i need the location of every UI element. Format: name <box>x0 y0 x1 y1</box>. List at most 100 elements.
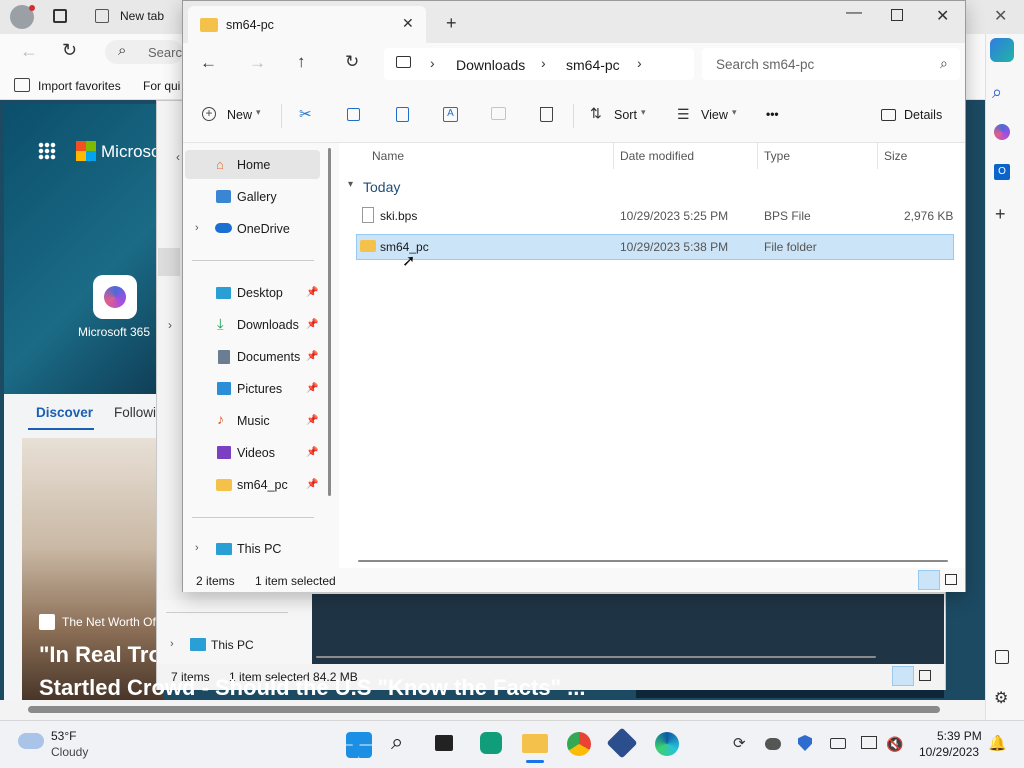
tab-following[interactable]: Followi <box>114 405 156 420</box>
chrome-icon[interactable] <box>567 732 591 756</box>
tab-actions-icon[interactable] <box>53 9 67 23</box>
news-headline-1[interactable]: "In Real Tro <box>39 642 162 668</box>
sort-button[interactable]: Sort <box>614 108 637 122</box>
column-name[interactable]: Name <box>372 149 404 163</box>
breadcrumb-sm64-pc[interactable]: sm64-pc <box>566 57 620 73</box>
column-sep[interactable] <box>613 143 614 169</box>
onedrive-tray-icon[interactable] <box>765 738 781 750</box>
file-explorer-taskbar-icon[interactable] <box>522 734 548 753</box>
nav-documents[interactable]: Documents <box>237 350 300 364</box>
column-type[interactable]: Type <box>764 149 790 163</box>
nav-desktop[interactable]: Desktop <box>237 286 283 300</box>
tab-close-icon[interactable]: ✕ <box>402 15 414 32</box>
nav-gallery[interactable]: Gallery <box>237 190 277 204</box>
weather-cloud-icon[interactable] <box>18 733 44 749</box>
back-nav-this-pc[interactable]: This PC <box>211 638 254 652</box>
favorites-quick-link[interactable]: For qui <box>143 79 180 93</box>
breadcrumb-expand-icon[interactable]: › <box>637 55 642 71</box>
maximize-icon[interactable] <box>891 9 903 21</box>
clock-time[interactable]: 5:39 PM <box>937 729 982 743</box>
sidebar-layout-icon[interactable] <box>995 650 1009 664</box>
sync-tray-icon[interactable]: ⟳ <box>733 734 746 752</box>
column-date[interactable]: Date modified <box>620 149 694 163</box>
app-heart-icon[interactable] <box>480 732 502 754</box>
group-today[interactable]: Today <box>363 179 400 195</box>
nav-onedrive[interactable]: OneDrive <box>237 222 290 236</box>
window-close-icon[interactable]: ✕ <box>936 6 949 26</box>
nav-downloads[interactable]: Downloads <box>237 318 299 332</box>
rename-icon[interactable]: A <box>443 107 458 122</box>
volume-muted-icon[interactable]: 🔇 <box>886 736 903 753</box>
outlook-icon[interactable]: O <box>994 164 1010 180</box>
add-sidebar-icon[interactable]: + <box>995 204 1006 225</box>
notification-bell-icon[interactable]: 🔔 <box>988 734 1007 752</box>
details-view-icon[interactable] <box>918 570 940 590</box>
nav-home[interactable]: Home <box>237 158 270 172</box>
copy-icon[interactable] <box>347 108 360 121</box>
column-size[interactable]: Size <box>884 149 907 163</box>
nav-forward-icon[interactable]: → <box>249 53 266 73</box>
share-icon[interactable] <box>491 107 506 120</box>
nav-up-icon[interactable]: ↑ <box>297 52 306 72</box>
copilot-icon[interactable] <box>990 38 1014 62</box>
search-taskbar-icon[interactable]: ⌕ <box>391 729 403 755</box>
nav-pictures[interactable]: Pictures <box>237 382 282 396</box>
browser-close-icon[interactable]: ✕ <box>994 6 1007 26</box>
column-sep[interactable] <box>757 143 758 169</box>
news-image[interactable] <box>22 438 164 714</box>
clock-date[interactable]: 10/29/2023 <box>919 745 979 759</box>
explorer-tab[interactable] <box>188 6 426 43</box>
apps-grid-icon[interactable] <box>38 142 56 160</box>
edge-icon[interactable] <box>655 732 679 756</box>
news-headline-2[interactable]: Startled Crowd - Should the U.S "Know th… <box>39 675 585 701</box>
back-hscroll[interactable] <box>316 656 876 658</box>
task-view-icon[interactable] <box>435 735 453 751</box>
column-sep[interactable] <box>877 143 878 169</box>
minimize-icon[interactable]: — <box>846 4 862 22</box>
nav-refresh-icon[interactable]: ↻ <box>345 52 359 72</box>
group-collapse-icon[interactable]: ▾ <box>348 179 353 190</box>
pin-icon: 📌 <box>306 479 319 490</box>
browser-vscroll[interactable] <box>968 112 978 692</box>
keyboard-tray-icon[interactable] <box>830 738 846 749</box>
back-this-pc-icon <box>190 638 206 651</box>
new-chevron-icon: ▾ <box>256 107 261 117</box>
back-details-view-icon[interactable] <box>892 666 914 686</box>
cut-icon[interactable]: ✂ <box>299 105 312 123</box>
tiles-view-icon[interactable] <box>945 574 957 585</box>
hscroll-thumb[interactable] <box>358 560 948 562</box>
nav-sm64-pc[interactable]: sm64_pc <box>237 478 288 492</box>
more-options-icon[interactable]: ••• <box>766 107 779 121</box>
nav-videos[interactable]: Videos <box>237 446 275 460</box>
back-tiles-view-icon[interactable] <box>919 670 931 681</box>
refresh-icon[interactable]: ↻ <box>62 40 77 61</box>
delete-icon[interactable] <box>540 107 553 122</box>
onedrive-chevron-icon[interactable]: › <box>195 222 199 234</box>
m365-sidebar-icon[interactable] <box>994 124 1010 140</box>
search-sidebar-icon[interactable]: ⌕ <box>992 82 1002 103</box>
new-tab-icon[interactable]: + <box>446 13 457 34</box>
weather-temp[interactable]: 53°F <box>51 729 76 743</box>
browser-hscroll-thumb[interactable] <box>28 706 940 713</box>
details-button[interactable]: Details <box>904 108 942 122</box>
this-pc-icon <box>216 543 232 555</box>
this-pc-chevron-icon[interactable]: › <box>195 542 199 554</box>
new-button[interactable]: New <box>227 108 252 122</box>
network-tray-icon[interactable] <box>861 736 877 749</box>
browser-tab-title[interactable]: New tab <box>120 9 164 23</box>
computer-icon <box>396 56 411 68</box>
paste-icon[interactable] <box>396 107 409 122</box>
import-favorites-link[interactable]: Import favorites <box>38 79 121 93</box>
weather-desc[interactable]: Cloudy <box>51 745 88 759</box>
nav-this-pc[interactable]: This PC <box>237 542 281 556</box>
nav-scrollbar[interactable] <box>328 148 331 496</box>
settings-gear-icon[interactable]: ⚙ <box>994 688 1008 708</box>
view-button[interactable]: View <box>701 108 728 122</box>
pin-icon: 📌 <box>306 383 319 394</box>
nav-back-icon[interactable]: ← <box>200 53 217 73</box>
back-this-pc-chevron-icon[interactable]: › <box>170 638 174 650</box>
tab-discover[interactable]: Discover <box>36 405 93 420</box>
back-arrow-icon[interactable]: ← <box>20 41 38 62</box>
nav-music[interactable]: Music <box>237 414 270 428</box>
breadcrumb-downloads[interactable]: Downloads <box>456 57 525 73</box>
